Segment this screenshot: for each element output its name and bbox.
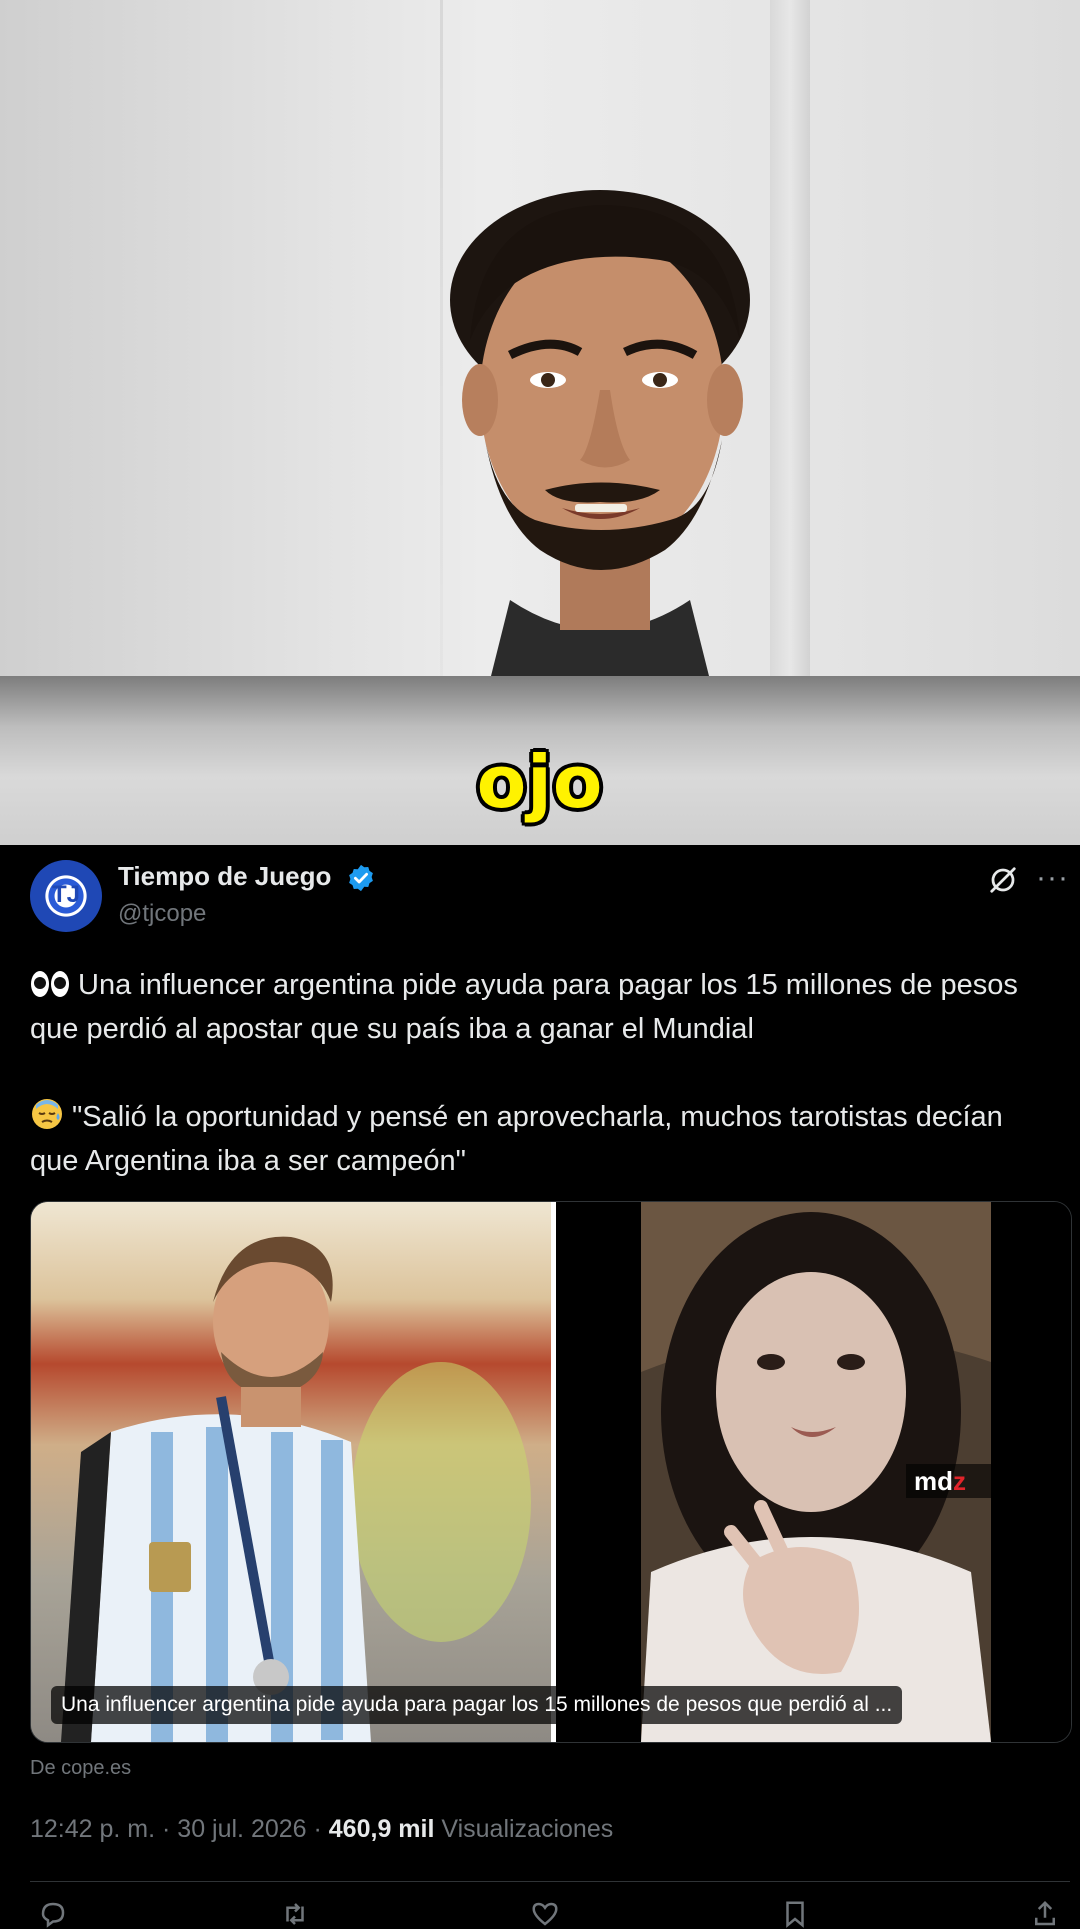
like-icon[interactable] bbox=[530, 1899, 560, 1929]
reply-icon[interactable] bbox=[38, 1899, 68, 1929]
tweet-media[interactable]: mdz Una influencer argentina pide ayuda … bbox=[30, 1201, 1072, 1743]
share-icon[interactable] bbox=[1030, 1899, 1060, 1929]
tweet-paragraph-2: "Salió la oportunidad y pensé en aprovec… bbox=[30, 1095, 1050, 1183]
video-frame: ojo bbox=[0, 0, 1080, 845]
tweet-paragraph-2-text: "Salió la oportunidad y pensé en aprovec… bbox=[30, 1101, 1003, 1177]
grok-icon[interactable] bbox=[988, 865, 1018, 895]
views-label: Visualizaciones bbox=[434, 1815, 614, 1843]
author-name[interactable]: Tiempo de Juego bbox=[118, 861, 331, 892]
divider bbox=[30, 1881, 1070, 1882]
downcast-sweat-emoji-icon bbox=[32, 1099, 62, 1129]
author-avatar[interactable]: TJ bbox=[30, 860, 102, 932]
media-watermark: mdz bbox=[906, 1464, 1014, 1498]
avatar-logo: TJ bbox=[52, 881, 81, 908]
tweet-metadata: 12:42 p. m. · 30 jul. 2026 · 460,9 mil V… bbox=[30, 1815, 613, 1844]
media-photo-player bbox=[31, 1202, 551, 1742]
video-caption: ojo bbox=[476, 740, 604, 824]
presenter-image bbox=[450, 190, 750, 680]
door-frame bbox=[770, 0, 810, 680]
tweet-paragraph-1: Una influencer argentina pide ayuda para… bbox=[30, 963, 1050, 1051]
media-video-player: mdz bbox=[556, 1202, 1071, 1742]
tweet-paragraph-1-text: Una influencer argentina pide ayuda para… bbox=[30, 969, 1018, 1045]
more-icon[interactable]: ··· bbox=[1036, 861, 1069, 895]
link-source[interactable]: De cope.es bbox=[30, 1757, 131, 1780]
media-watermark-main: md bbox=[914, 1466, 953, 1496]
eyes-emoji-icon bbox=[31, 971, 69, 997]
media-watermark-accent: z bbox=[953, 1466, 966, 1496]
repost-icon[interactable] bbox=[280, 1899, 310, 1929]
tweet-card: TJ Tiempo de Juego @tjcope ··· Una influ… bbox=[0, 845, 1080, 1928]
tweet-timestamp[interactable]: 12:42 p. m. · 30 jul. 2026 · bbox=[30, 1815, 329, 1843]
tweet-actions bbox=[30, 1899, 1070, 1929]
views-count: 460,9 mil bbox=[328, 1815, 435, 1843]
verified-badge-icon bbox=[349, 864, 373, 892]
tweet-text: Una influencer argentina pide ayuda para… bbox=[30, 963, 1050, 1183]
author-handle[interactable]: @tjcope bbox=[118, 900, 206, 928]
media-caption: Una influencer argentina pide ayuda para… bbox=[51, 1686, 903, 1724]
bookmark-icon[interactable] bbox=[780, 1899, 810, 1929]
